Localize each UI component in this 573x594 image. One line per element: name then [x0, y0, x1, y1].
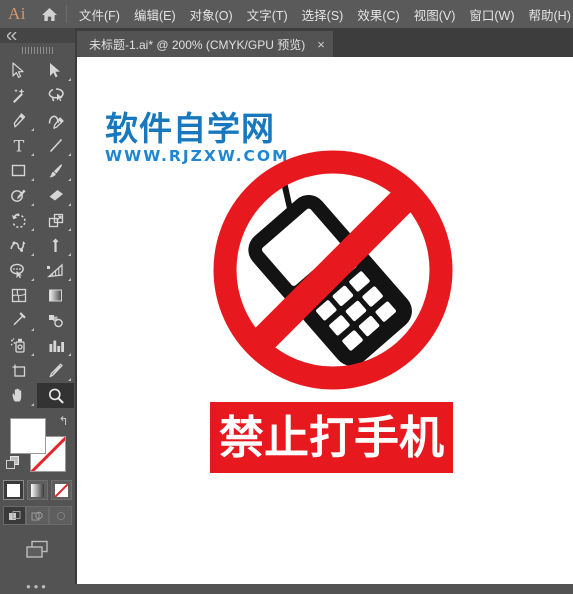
width-tool[interactable]: [0, 233, 37, 258]
menu-item-select[interactable]: 选择(S): [300, 2, 346, 27]
fill-stroke-indicator: ↰: [5, 414, 70, 474]
draw-behind-button[interactable]: [26, 506, 49, 525]
curvature-tool[interactable]: [37, 108, 74, 133]
home-icon[interactable]: [34, 7, 64, 22]
none-mode-button[interactable]: [51, 480, 72, 500]
collapse-panel-button[interactable]: [0, 28, 75, 43]
drawing-mode-buttons: [0, 506, 75, 525]
paintbrush-tool[interactable]: [37, 158, 74, 183]
paint-mode-buttons: [0, 480, 75, 500]
symbol-sprayer-tool[interactable]: [0, 333, 37, 358]
no-mobile-phone-sign[interactable]: [208, 145, 458, 395]
hand-tool[interactable]: [0, 383, 37, 408]
default-fill-stroke-icon[interactable]: [5, 456, 20, 470]
app-logo: Ai: [8, 4, 26, 23]
menu-item-edit[interactable]: 编辑(E): [132, 2, 178, 27]
selection-tool[interactable]: [0, 58, 37, 83]
rotate-tool[interactable]: [0, 208, 37, 233]
slice-tool[interactable]: [37, 358, 74, 383]
swap-fill-stroke-icon[interactable]: ↰: [58, 414, 68, 428]
artboard-tool[interactable]: [0, 358, 37, 383]
menu-item-list: 文件(F) 编辑(E) 对象(O) 文字(T) 选择(S) 效果(C) 视图(V…: [77, 2, 573, 27]
panel-drag-handle[interactable]: [0, 43, 75, 57]
shape-builder-tool[interactable]: [0, 258, 37, 283]
illustrator-window: Ai 文件(F) 编辑(E) 对象(O) 文字(T) 选择(S) 效果(C) 视…: [0, 0, 573, 594]
type-tool[interactable]: T: [0, 133, 37, 158]
menu-item-file[interactable]: 文件(F): [77, 2, 122, 27]
rectangle-tool[interactable]: [0, 158, 37, 183]
document-tab-label: 未标题-1.ai* @ 200% (CMYK/GPU 预览): [89, 37, 306, 52]
warning-banner[interactable]: 禁止打手机: [210, 402, 453, 473]
menu-divider: [66, 5, 67, 23]
direct-selection-tool[interactable]: [37, 58, 74, 83]
menu-bar: Ai 文件(F) 编辑(E) 对象(O) 文字(T) 选择(S) 效果(C) 视…: [0, 0, 573, 28]
color-mode-button[interactable]: [3, 480, 24, 500]
tools-panel: T ↰ •••: [0, 28, 75, 594]
watermark-chinese: 软件自学网: [105, 109, 275, 148]
menu-item-type[interactable]: 文字(T): [245, 2, 290, 27]
document-tab[interactable]: 未标题-1.ai* @ 200% (CMYK/GPU 预览) ×: [77, 31, 333, 57]
double-chevron-left-icon: [7, 31, 17, 40]
gradient-mode-button[interactable]: [27, 480, 48, 500]
pen-tool[interactable]: [0, 108, 37, 133]
shaper-tool[interactable]: [0, 183, 37, 208]
change-screen-mode-button[interactable]: [0, 539, 75, 561]
eyedropper-tool[interactable]: [0, 308, 37, 333]
lasso-tool[interactable]: [37, 83, 74, 108]
fill-swatch[interactable]: [9, 418, 46, 454]
draw-normal-button[interactable]: [3, 506, 26, 525]
document-tab-bar: 未标题-1.ai* @ 200% (CMYK/GPU 预览) ×: [75, 28, 573, 57]
eraser-tool[interactable]: [37, 183, 74, 208]
svg-text:T: T: [13, 137, 24, 154]
menu-item-effect[interactable]: 效果(C): [355, 2, 401, 27]
canvas-left-edge: [75, 57, 77, 584]
menu-item-view[interactable]: 视图(V): [412, 2, 458, 27]
mesh-tool[interactable]: [0, 283, 37, 308]
scale-tool[interactable]: [37, 208, 74, 233]
color-controls: ↰ •••: [0, 408, 75, 594]
tool-grid: T: [0, 58, 75, 408]
close-icon[interactable]: ×: [317, 38, 325, 51]
magic-wand-tool[interactable]: [0, 83, 37, 108]
zoom-tool[interactable]: [37, 383, 74, 408]
menu-item-object[interactable]: 对象(O): [188, 2, 235, 27]
blend-tool[interactable]: [37, 308, 74, 333]
gradient-tool[interactable]: [37, 283, 74, 308]
free-transform-tool[interactable]: [37, 233, 74, 258]
draw-inside-button[interactable]: [49, 506, 72, 525]
column-graph-tool[interactable]: [37, 333, 74, 358]
warning-banner-text: 禁止打手机: [218, 411, 444, 464]
perspective-grid-tool[interactable]: [37, 258, 74, 283]
document-canvas[interactable]: 软件自学网 WWW.RJZXW.COM 禁止打手机: [75, 57, 573, 584]
menu-item-window[interactable]: 窗口(W): [467, 2, 516, 27]
more-tools-button[interactable]: •••: [0, 579, 75, 594]
line-segment-tool[interactable]: [37, 133, 74, 158]
menu-item-help[interactable]: 帮助(H): [527, 2, 573, 27]
